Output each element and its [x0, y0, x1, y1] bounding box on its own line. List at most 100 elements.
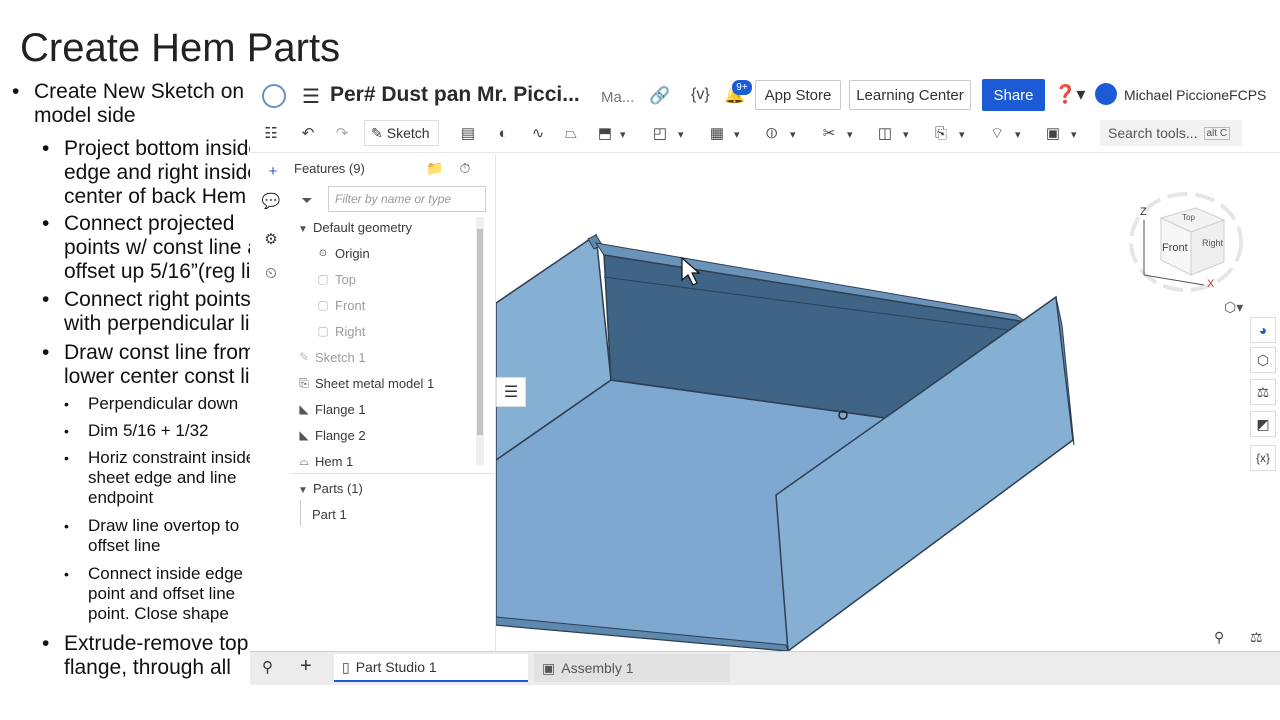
scrollbar-thumb[interactable]	[477, 229, 483, 435]
sweep-icon[interactable]: ∿	[528, 123, 548, 143]
pencil-icon: ✎	[371, 124, 383, 141]
appearance-icon[interactable]: ◕	[1250, 317, 1276, 343]
chevron-down-icon[interactable]: ▼	[296, 222, 310, 236]
variables-icon[interactable]: {v}	[691, 86, 710, 104]
tab-manager-icon[interactable]: ⚲	[262, 658, 273, 676]
tab-bar: ⚲ + ▯ Part Studio 1 ▣ Assembly 1	[250, 651, 1280, 685]
view-cube-top[interactable]: Top	[1182, 213, 1195, 222]
filter-input[interactable]: Filter by name or type	[328, 186, 486, 212]
split-icon[interactable]: ✂	[819, 123, 839, 143]
feature-item[interactable]: Origin	[335, 246, 370, 261]
user-avatar[interactable]	[1095, 83, 1117, 105]
chevron-down-icon[interactable]: ▾	[678, 128, 684, 141]
pattern-icon[interactable]: ▦	[707, 123, 727, 143]
boolean-icon[interactable]: ⦶	[762, 123, 782, 143]
feature-list-icon[interactable]: ☷	[260, 122, 282, 144]
measure-icon[interactable]: ⚲	[1214, 629, 1224, 646]
revolve-icon[interactable]: ◐	[493, 123, 513, 143]
chevron-down-icon[interactable]: ▾	[734, 128, 740, 141]
feature-item[interactable]: Sketch 1	[315, 350, 366, 365]
hamburger-menu-icon[interactable]: ☰	[302, 84, 320, 109]
render-mode-icon[interactable]: ⬡	[1250, 347, 1276, 373]
add-tab-icon[interactable]: +	[300, 655, 312, 678]
configurations-icon[interactable]: {x}	[1250, 445, 1276, 471]
add-icon[interactable]: +	[262, 160, 284, 182]
part-item[interactable]: Part 1	[312, 507, 347, 522]
tree-line	[300, 500, 301, 526]
feature-item[interactable]: Flange 1	[315, 402, 366, 417]
section-view-icon[interactable]: ◩	[1250, 411, 1276, 437]
custom-feature-icon[interactable]: ▣	[1043, 123, 1063, 143]
add-folder-icon[interactable]: 📁	[426, 160, 443, 176]
sub-bullet-2: • Dim 5/16 + 1/32	[64, 421, 209, 440]
chevron-down-icon[interactable]: ▾	[790, 128, 796, 141]
chevron-down-icon[interactable]: ▾	[959, 128, 965, 141]
feature-item[interactable]: Flange 2	[315, 428, 366, 443]
parts-header[interactable]: Parts (1)	[313, 481, 363, 496]
comments-icon[interactable]: 💬	[260, 190, 282, 212]
help-icon[interactable]: ❓▾	[1054, 84, 1085, 105]
graphics-viewport[interactable]: ☰ Z X Top Front Right ⬡▾ ◕ ⬡ ⚖ ◩ {x} ⚲ ⚖	[496, 155, 1280, 651]
feature-list-scrollbar[interactable]	[476, 217, 484, 465]
chevron-down-icon[interactable]: ▾	[1071, 128, 1077, 141]
search-tools-input[interactable]: Search tools... alt C	[1100, 120, 1242, 146]
bullet-4: • Connect right points with perpendicular…	[42, 288, 273, 335]
top-bar: ☰ Per# Dust pan Mr. Picci... Ma... 🔗 {v}…	[250, 78, 1280, 116]
sheet-metal-icon[interactable]: ⎘	[931, 123, 951, 143]
default-geometry-folder[interactable]: Default geometry	[313, 220, 412, 235]
view-cube-front[interactable]: Front	[1162, 242, 1188, 254]
learning-center-button[interactable]: Learning Center	[849, 80, 971, 110]
app-store-button[interactable]: App Store	[755, 80, 841, 110]
sub-bullet-1: • Perpendicular down	[64, 394, 239, 413]
chevron-down-icon[interactable]: ▾	[1015, 128, 1021, 141]
fillet-icon[interactable]: ◰	[650, 123, 670, 143]
undo-icon[interactable]: ↶	[298, 123, 318, 143]
rollback-timer-icon[interactable]: ⏱	[458, 160, 472, 176]
loft-icon[interactable]: ⏢	[561, 123, 581, 143]
chevron-down-icon[interactable]: ▾	[620, 128, 626, 141]
chevron-down-icon[interactable]: ▼	[296, 483, 310, 497]
link-icon[interactable]: 🔗	[649, 86, 670, 106]
sketch-button[interactable]: ✎ Sketch	[364, 120, 439, 146]
feature-item[interactable]: Front	[335, 298, 365, 313]
feature-item[interactable]: Top	[335, 272, 356, 287]
slide-title: Create Hem Parts	[20, 26, 341, 70]
tab-assembly[interactable]: ▣ Assembly 1	[534, 654, 730, 682]
feature-item[interactable]: Hem 1	[315, 454, 353, 469]
feature-item[interactable]: Right	[335, 324, 365, 339]
flange-icon: ◣	[299, 428, 309, 442]
onshape-logo-icon[interactable]	[262, 84, 286, 108]
share-button[interactable]: Share	[982, 79, 1045, 111]
bullet-1: • Create New Sketch on model side	[12, 80, 245, 127]
axis-z-label: Z	[1140, 206, 1147, 218]
filter-icon[interactable]: ⏷	[300, 192, 314, 208]
chevron-down-icon[interactable]: ▾	[847, 128, 853, 141]
sheet-metal-icon: ⎘	[299, 375, 309, 390]
bullet-6: • Extrude-remove top of flange, through a…	[42, 632, 272, 679]
bullet-2: • Project bottom inside edge and right in…	[42, 137, 261, 208]
tab-part-studio[interactable]: ▯ Part Studio 1	[334, 654, 528, 682]
chevron-down-icon[interactable]: ▾	[903, 128, 909, 141]
list-toggle-icon[interactable]: ☰	[496, 377, 526, 407]
feature-item[interactable]: Sheet metal model 1	[315, 376, 434, 391]
document-title[interactable]: Per# Dust pan Mr. Picci...	[330, 83, 580, 107]
plane-icon: ▢	[317, 324, 329, 338]
plane-icon: ▢	[317, 298, 329, 312]
timer-icon[interactable]: ⏲	[260, 262, 282, 284]
plane-icon[interactable]: ◫	[875, 123, 895, 143]
keyboard-shortcut-hint: alt C	[1203, 126, 1231, 140]
view-cube-right[interactable]: Right	[1202, 238, 1223, 248]
surface-icon[interactable]: ⌔	[987, 123, 1007, 143]
extrude-icon[interactable]: ▤	[458, 123, 478, 143]
view-options-icon[interactable]: ⬡▾	[1224, 299, 1243, 316]
units-icon[interactable]: ⚖	[1250, 629, 1263, 646]
mass-properties-icon[interactable]: ⚖	[1250, 379, 1276, 405]
document-subtitle[interactable]: Ma...	[601, 89, 634, 106]
mates-icon[interactable]: ⚙	[260, 228, 282, 250]
redo-icon[interactable]: ↷	[332, 123, 352, 143]
user-name[interactable]: Michael PiccioneFCPS	[1124, 87, 1266, 103]
plane-icon: ▢	[317, 272, 329, 286]
view-cube[interactable]: Z X Top Front Right	[1116, 180, 1246, 310]
thicken-icon[interactable]: ⬒	[595, 123, 615, 143]
notification-badge: 9+	[732, 80, 752, 95]
